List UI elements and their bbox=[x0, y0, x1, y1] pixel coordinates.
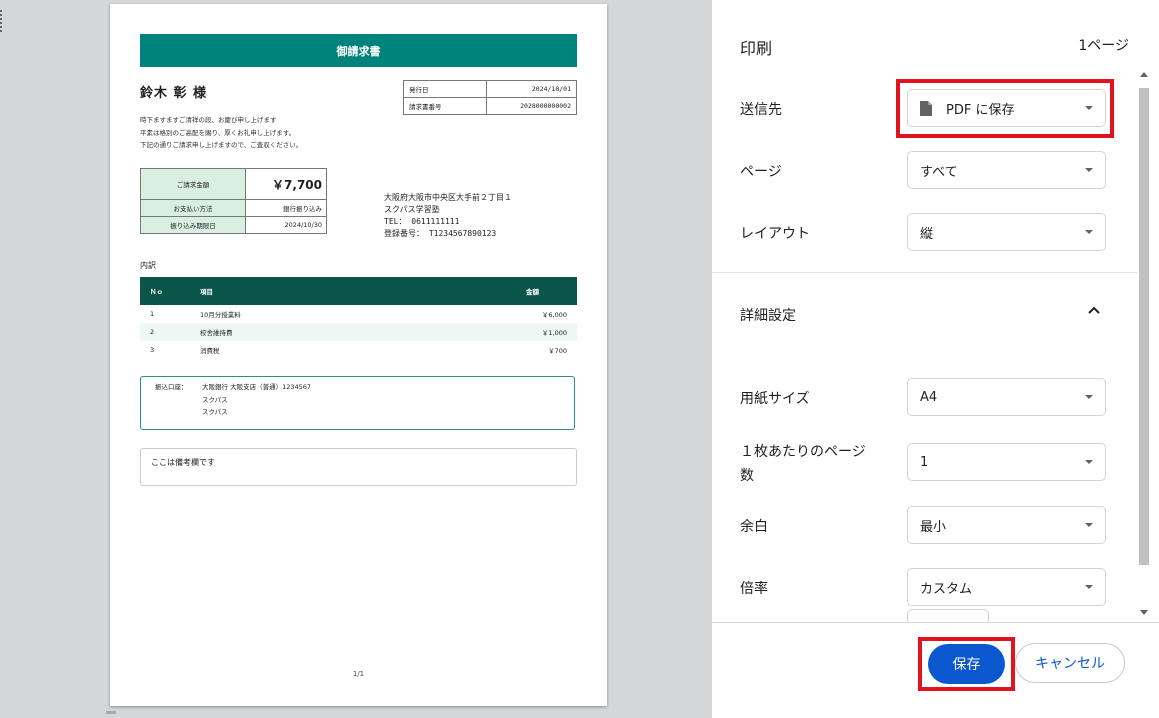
layout-label: レイアウト bbox=[740, 226, 810, 242]
customer-name: 鈴木 彰 様 bbox=[140, 86, 208, 101]
chevron-down-icon bbox=[1085, 168, 1093, 172]
invoice-title: 御請求書 bbox=[140, 34, 577, 67]
address-line: TEL： 0611111111 bbox=[384, 217, 460, 226]
pages-per-sheet-label: １枚あたりのページ 数 bbox=[740, 440, 866, 488]
scroll-grip bbox=[0, 10, 5, 32]
meta-label: 発行日 bbox=[403, 80, 487, 98]
layout-value: 縦 bbox=[920, 226, 934, 242]
chevron-down-icon bbox=[1085, 230, 1093, 234]
item-name: 10月分授業料 bbox=[200, 311, 241, 319]
item-no: 3 bbox=[150, 346, 155, 354]
meta-label: 請求書番号 bbox=[403, 97, 487, 115]
meta-row: 請求書番号 2028000000002 bbox=[403, 97, 577, 115]
page-count: 1ページ bbox=[1078, 38, 1129, 54]
meta-value: 2024/10/01 bbox=[486, 80, 577, 98]
remarks-box: ここは備考欄です bbox=[140, 448, 577, 486]
label-line: 数 bbox=[740, 468, 754, 484]
address-line: 大阪府大阪市中央区大手前２丁目１ bbox=[384, 193, 512, 202]
meta-row: 発行日 2024/10/01 bbox=[403, 80, 577, 98]
cancel-button[interactable]: キャンセル bbox=[1015, 643, 1125, 683]
amount-value: 銀行振り込み bbox=[245, 199, 327, 217]
scroll-thumb[interactable] bbox=[1139, 88, 1149, 565]
scale-select[interactable]: カスタム bbox=[907, 568, 1106, 606]
margin-label: 余白 bbox=[740, 519, 768, 535]
items-header-row: Ｎｏ 項目 金額 bbox=[140, 277, 577, 305]
bank-line: スクパス bbox=[202, 395, 228, 404]
bank-line: 大阪銀行 大阪支店（普通）1234567 bbox=[202, 383, 312, 391]
page-number: 1/1 bbox=[352, 670, 365, 678]
item-name: 消費税 bbox=[200, 347, 220, 355]
bank-label: 振込口座： bbox=[155, 383, 188, 391]
print-title: 印刷 bbox=[740, 39, 773, 58]
layout-select[interactable]: 縦 bbox=[907, 213, 1106, 251]
paper-size-select[interactable]: A4 bbox=[907, 378, 1106, 416]
greeting-line: 下記の通りご請求申し上げますので、ご査収ください。 bbox=[140, 141, 303, 149]
table-row: 3 消費税 ￥700 bbox=[140, 341, 577, 359]
print-settings-panel: 印刷 1ページ 送信先 PDF に保存 ページ すべて レイアウト 縦 詳細設定… bbox=[712, 0, 1159, 718]
greeting-line: 時下ますますご清祥の段、お慶び申し上げます bbox=[140, 116, 277, 124]
chevron-down-icon bbox=[1085, 460, 1093, 464]
scroll-down-arrow[interactable] bbox=[1140, 610, 1148, 615]
items-table: Ｎｏ 項目 金額 1 10月分授業料 ￥6,000 2 校舎維持費 ￥1,000… bbox=[140, 277, 577, 359]
paper-size-value: A4 bbox=[920, 389, 938, 405]
scroll-up-arrow[interactable] bbox=[1140, 72, 1148, 77]
amount-label: 振り込み期限日 bbox=[140, 216, 246, 234]
bank-account-box: 振込口座： 大阪銀行 大阪支店（普通）1234567 スクパス スクパス bbox=[140, 376, 575, 430]
items-header: 金額 bbox=[383, 277, 577, 305]
settings-scrollbar[interactable] bbox=[1138, 72, 1150, 620]
pages-select[interactable]: すべて bbox=[907, 151, 1106, 189]
margin-select[interactable]: 最小 bbox=[907, 506, 1106, 544]
pages-value: すべて bbox=[920, 164, 958, 180]
advanced-settings-toggle[interactable]: 詳細設定 bbox=[740, 305, 796, 325]
item-amount: ￥700 bbox=[548, 347, 567, 355]
destination-label: 送信先 bbox=[740, 102, 782, 118]
annotation-highlight-destination bbox=[896, 79, 1114, 138]
preview-page: 御請求書 鈴木 彰 様 時下ますますご清祥の段、お慶び申し上げます 平素は格別の… bbox=[110, 4, 607, 706]
item-name: 校舎維持費 bbox=[190, 323, 384, 341]
item-amount: ￥6,000 bbox=[541, 311, 567, 319]
table-row: 2 校舎維持費 ￥1,000 bbox=[140, 323, 577, 341]
amount-row: お支払い方法 銀行振り込み bbox=[140, 199, 327, 217]
amount-row: ご請求金額 ￥7,700 bbox=[140, 168, 327, 200]
item-amount: ￥1,000 bbox=[383, 323, 577, 341]
amount-value: 2024/10/30 bbox=[245, 216, 327, 234]
breakdown-label: 内訳 bbox=[140, 261, 156, 270]
item-no: 2 bbox=[140, 323, 190, 341]
amount-label: ご請求金額 bbox=[140, 168, 246, 200]
meta-value: 2028000000002 bbox=[486, 97, 577, 115]
address-line: スクパス学習塾 bbox=[384, 205, 440, 214]
pages-label: ページ bbox=[740, 164, 782, 180]
address-line: 登録番号： T1234567890123 bbox=[384, 229, 497, 238]
print-preview-area: 御請求書 鈴木 彰 様 時下ますますご清祥の段、お慶び申し上げます 平素は格別の… bbox=[0, 0, 712, 717]
invoice-meta-table: 発行日 2024/10/01 請求書番号 2028000000002 bbox=[403, 80, 577, 115]
amount-label: お支払い方法 bbox=[140, 199, 246, 217]
scale-label: 倍率 bbox=[740, 581, 768, 597]
items-header: Ｎｏ bbox=[140, 277, 190, 305]
label-line: １枚あたりのページ bbox=[740, 444, 866, 460]
item-no: 1 bbox=[150, 310, 155, 318]
horizontal-scroll-grip bbox=[106, 711, 116, 714]
section-divider bbox=[712, 272, 1137, 273]
chevron-down-icon bbox=[1085, 585, 1093, 589]
annotation-highlight-save bbox=[918, 637, 1015, 691]
chevron-down-icon bbox=[1085, 523, 1093, 527]
paper-size-label: 用紙サイズ bbox=[740, 391, 810, 407]
amount-row: 振り込み期限日 2024/10/30 bbox=[140, 216, 327, 234]
greeting-line: 平素は格別のご高配を賜り、厚くお礼申し上げます。 bbox=[140, 128, 296, 137]
scale-value: カスタム bbox=[920, 581, 973, 597]
chevron-down-icon bbox=[1085, 395, 1093, 399]
issuer-address: 大阪府大阪市中央区大手前２丁目１ スクパス学習塾 TEL： 0611111111… bbox=[384, 192, 512, 240]
pages-per-sheet-value: 1 bbox=[920, 454, 929, 470]
bank-line: スクパス bbox=[202, 408, 228, 416]
pages-per-sheet-select[interactable]: 1 bbox=[907, 443, 1106, 481]
remarks-text: ここは備考欄です bbox=[151, 458, 215, 467]
table-row: 1 10月分授業料 ￥6,000 bbox=[140, 305, 577, 323]
bank-details: 大阪銀行 大阪支店（普通）1234567 スクパス スクパス bbox=[202, 381, 311, 419]
chevron-up-icon[interactable] bbox=[1088, 306, 1100, 314]
items-header: 項目 bbox=[190, 277, 384, 305]
amount-value: ￥7,700 bbox=[245, 168, 327, 200]
greeting-text: 時下ますますご清祥の段、お慶び申し上げます 平素は格別のご高配を賜り、厚くお礼申… bbox=[140, 114, 302, 152]
margin-value: 最小 bbox=[920, 519, 947, 535]
amount-table: ご請求金額 ￥7,700 お支払い方法 銀行振り込み 振り込み期限日 2024/… bbox=[140, 168, 327, 234]
